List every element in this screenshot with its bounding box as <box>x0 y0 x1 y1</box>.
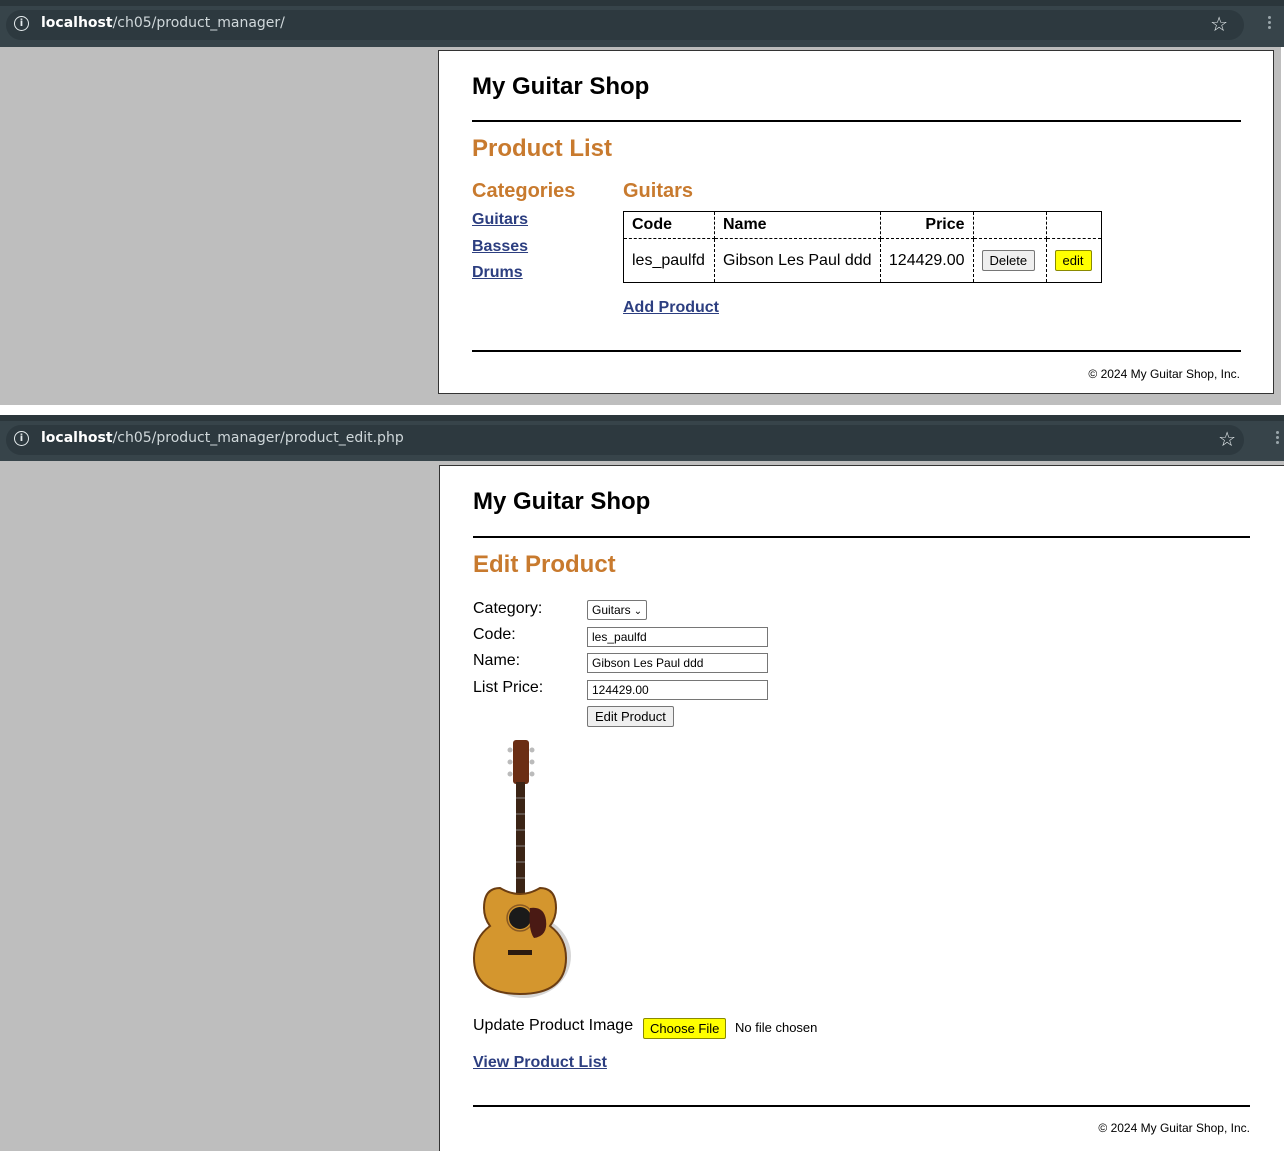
category-link-basses[interactable]: Basses <box>472 238 528 256</box>
cell-name: Gibson Les Paul ddd <box>714 238 881 283</box>
shop-name: My Guitar Shop <box>473 488 651 515</box>
site-info-icon[interactable]: i <box>14 431 29 446</box>
cell-delete: Delete <box>972 238 1047 283</box>
cell-edit: edit <box>1045 238 1102 283</box>
current-category-heading: Guitars <box>623 180 694 202</box>
address-bar: i localhost/ch05/product_manager/product… <box>0 415 1284 461</box>
edit-button[interactable]: edit <box>1054 250 1092 271</box>
view-product-list-link[interactable]: View Product List <box>473 1054 607 1072</box>
product-list-page: My Guitar Shop Product List Categories G… <box>438 50 1274 394</box>
choose-file-button[interactable]: Choose File <box>643 1018 727 1039</box>
category-select[interactable]: Guitars ⌄ <box>587 600 648 620</box>
footer-divider <box>472 350 1241 352</box>
delete-button[interactable]: Delete <box>981 250 1036 271</box>
url-text[interactable]: localhost/ch05/product_manager/ <box>41 15 285 31</box>
browser-menu-icon[interactable] <box>1268 14 1272 32</box>
column-header-price: Price <box>879 211 974 239</box>
column-header-name: Name <box>714 211 881 239</box>
category-link-drums[interactable]: Drums <box>472 264 523 282</box>
url-text[interactable]: localhost/ch05/product_manager/product_e… <box>41 430 404 446</box>
product-image-guitar <box>472 740 571 998</box>
header-divider <box>472 120 1241 122</box>
tab-strip <box>0 415 1284 421</box>
column-header-edit <box>1045 211 1102 239</box>
column-header-code: Code <box>623 211 715 239</box>
browser-menu-icon[interactable] <box>1276 429 1280 447</box>
bookmark-star-icon[interactable]: ☆ <box>1218 427 1236 451</box>
add-product-link[interactable]: Add Product <box>623 299 719 317</box>
header-divider <box>473 536 1250 538</box>
list-price-label: List Price: <box>473 679 544 696</box>
site-info-icon[interactable]: i <box>14 16 29 31</box>
address-bar: i localhost/ch05/product_manager/ ☆ <box>0 0 1284 47</box>
no-file-chosen-text: No file chosen <box>735 1020 818 1035</box>
tab-strip <box>0 0 1284 6</box>
code-input[interactable]: les_paulfd <box>587 627 768 647</box>
column-header-delete <box>972 211 1047 239</box>
footer-divider <box>473 1105 1250 1107</box>
price-input[interactable]: 124429.00 <box>587 680 768 700</box>
code-label: Code: <box>473 626 516 643</box>
table-row: les_paulfd Gibson Les Paul ddd 124429.00… <box>623 238 1102 283</box>
footer-copyright: © 2024 My Guitar Shop, Inc. <box>1088 367 1240 381</box>
footer-copyright: © 2024 My Guitar Shop, Inc. <box>1098 1121 1250 1135</box>
product-table: Code Name Price les_paulfd Gibson Les Pa… <box>623 211 1102 283</box>
shop-name: My Guitar Shop <box>472 73 650 100</box>
name-label: Name: <box>473 652 521 669</box>
table-header-row: Code Name Price <box>623 211 1102 239</box>
screenshot-separator <box>0 405 1284 415</box>
page-title: Edit Product <box>473 551 616 578</box>
category-label: Category: <box>473 600 543 617</box>
bookmark-star-icon[interactable]: ☆ <box>1210 12 1228 36</box>
update-image-label: Update Product Image <box>473 1017 634 1034</box>
categories-heading: Categories <box>472 180 576 202</box>
cell-price: 124429.00 <box>879 238 974 283</box>
page-title: Product List <box>472 135 613 162</box>
edit-product-page: My Guitar Shop Edit Product Category: Gu… <box>439 465 1284 1151</box>
name-input[interactable]: Gibson Les Paul ddd <box>587 653 768 673</box>
chevron-down-icon: ⌄ <box>633 606 643 617</box>
cell-code: les_paulfd <box>623 238 715 283</box>
category-link-guitars[interactable]: Guitars <box>472 211 528 229</box>
edit-product-submit-button[interactable]: Edit Product <box>587 706 674 727</box>
